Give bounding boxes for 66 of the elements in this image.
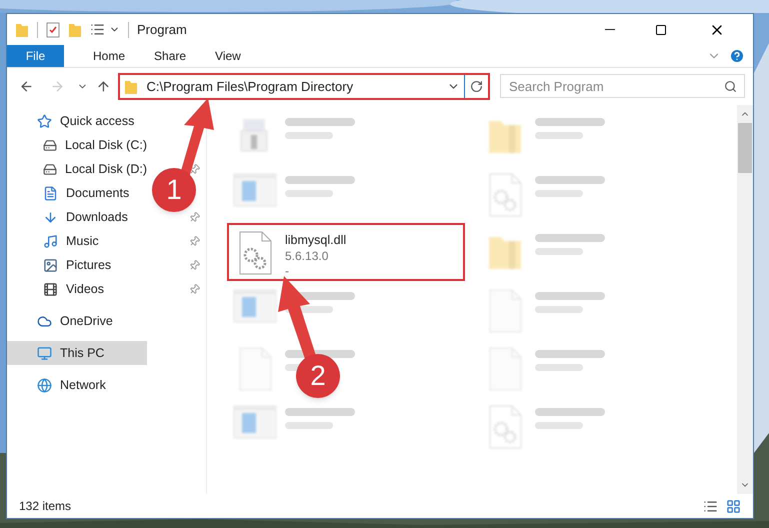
blurred-text [285,190,333,197]
blurred-text [285,422,333,429]
blurred-text [535,248,583,255]
sidebar-item[interactable]: Network [7,373,147,397]
address-path: C:\Program Files\Program Directory [146,78,354,96]
folder-icon [68,22,82,38]
blurred-text [535,364,583,371]
gear-file-icon [238,231,272,275]
file-detail: - [285,264,290,279]
sidebar-item[interactable]: Quick access [7,109,147,133]
drive-icon [43,138,58,152]
network-icon [37,378,52,392]
up-icon[interactable] [96,79,110,94]
window-title: Program [137,20,187,39]
file-detail: 5.6.13.0 [285,249,330,264]
blurred-text [535,190,583,197]
minimize-icon [605,29,615,30]
ribbon-tab[interactable]: View [202,45,254,67]
application-window-icon [233,173,277,207]
application-window-icon [233,289,277,323]
cloud-icon [37,314,52,328]
scrollbar[interactable] [737,105,753,494]
download-icon [43,210,58,224]
picture-icon [43,258,58,272]
file-name: libmysql.dll [285,232,346,249]
sidebar-item[interactable]: Downloads [7,205,147,229]
back-icon[interactable] [19,79,34,94]
folder-icon [15,22,29,38]
sidebar-item[interactable]: This PC [7,341,147,365]
sidebar-item[interactable]: OneDrive [7,309,147,333]
monitor-icon [37,346,52,360]
sidebar-item[interactable]: Pictures [7,253,147,277]
document-icon [43,186,58,200]
application-window-icon [233,405,277,439]
checklist-icon [46,22,60,38]
sidebar-item[interactable]: Documents [7,181,147,205]
gear-file-icon [488,173,522,217]
gear-file-icon [488,405,522,449]
sidebar-item[interactable]: Local Disk (C:) [7,133,147,157]
search-icon [724,80,737,94]
help-icon[interactable] [729,48,745,64]
item-count: 132 items [19,498,72,515]
file-item[interactable]: libmysql.dll 5.6.13.0 - [227,223,465,281]
folder-icon [124,78,138,94]
star-icon [37,114,52,128]
music-note-icon [43,234,58,248]
ribbon-tab[interactable]: Home [80,45,138,67]
ribbon-tab[interactable]: File [7,45,64,67]
film-icon [43,282,58,296]
ribbon-tab[interactable]: Share [141,45,200,67]
sidebar-item[interactable]: Music [7,229,147,253]
blurred-text [535,132,583,139]
large-icons-view-icon[interactable] [726,498,741,514]
blurred-text [535,422,583,429]
properties-icon[interactable] [90,22,105,37]
sidebar-item[interactable]: Videos [7,277,147,301]
details-view-icon[interactable] [703,498,718,514]
maximize-icon [655,24,667,36]
drive-icon [43,162,58,176]
refresh-icon[interactable] [470,80,483,93]
address-bar[interactable]: C:\Program Files\Program Directory [118,73,490,100]
search-field[interactable]: Search Program [500,74,745,98]
sidebar-item[interactable]: Local Disk (D:) [7,157,147,181]
blurred-text [535,306,583,313]
scrollbar-thumb[interactable] [738,123,752,173]
blurred-text [285,132,333,139]
